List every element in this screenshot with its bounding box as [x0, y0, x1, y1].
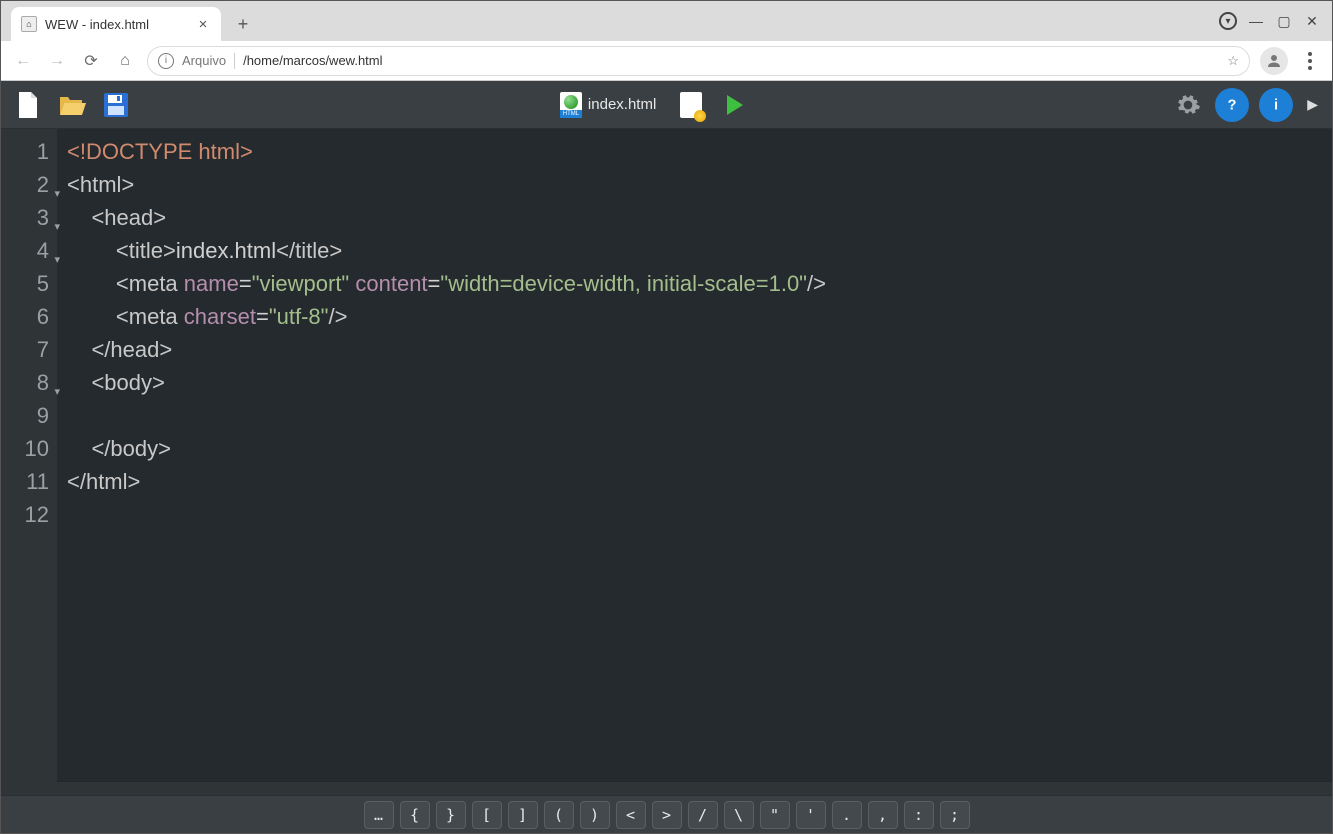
site-info-icon[interactable]: i	[158, 53, 174, 69]
profile-button[interactable]	[1260, 47, 1288, 75]
file-blank-icon	[16, 91, 40, 119]
browser-tab-strip: ⌂ WEW - index.html × + — ▢ ✕	[1, 1, 1332, 41]
reload-button[interactable]: ⟳	[79, 49, 103, 73]
chevron-down-icon[interactable]	[1216, 9, 1240, 33]
code-line[interactable]: <html>	[67, 168, 1332, 201]
code-line[interactable]: </head>	[67, 333, 1332, 366]
floppy-disk-icon	[103, 92, 129, 118]
about-button[interactable]: i	[1259, 88, 1293, 122]
help-button[interactable]: ?	[1215, 88, 1249, 122]
code-line[interactable]: <head>	[67, 201, 1332, 234]
code-line[interactable]: </body>	[67, 432, 1332, 465]
address-bar[interactable]: i Arquivo /home/marcos/wew.html ☆	[147, 46, 1250, 76]
new-from-template-button[interactable]	[674, 88, 708, 122]
run-button[interactable]	[718, 88, 752, 122]
code-line[interactable]: </html>	[67, 465, 1332, 498]
symbol-key[interactable]: <	[616, 801, 646, 829]
code-line[interactable]: <body>	[67, 366, 1332, 399]
active-file-name: index.html	[588, 96, 656, 113]
symbol-key[interactable]: :	[904, 801, 934, 829]
line-number: 6	[1, 300, 49, 333]
symbol-key[interactable]: [	[472, 801, 502, 829]
symbol-key[interactable]: {	[400, 801, 430, 829]
save-file-button[interactable]	[99, 88, 133, 122]
horizontal-scrollbar[interactable]	[57, 781, 1332, 795]
open-file-button[interactable]	[55, 88, 89, 122]
new-file-button[interactable]	[11, 88, 45, 122]
editor-app: HTML index.html ? i ▶	[1, 81, 1332, 833]
line-number: 2	[1, 168, 49, 201]
symbol-key[interactable]: …	[364, 801, 394, 829]
symbol-key[interactable]: >	[652, 801, 682, 829]
code-line[interactable]	[67, 399, 1332, 432]
settings-button[interactable]	[1171, 88, 1205, 122]
window-controls: — ▢ ✕	[1216, 9, 1324, 33]
minimize-button[interactable]: —	[1244, 9, 1268, 33]
address-path: /home/marcos/wew.html	[243, 53, 382, 68]
browser-tab[interactable]: ⌂ WEW - index.html ×	[11, 7, 221, 41]
symbol-key[interactable]: ]	[508, 801, 538, 829]
editor-toolbar: HTML index.html ? i ▶	[1, 81, 1332, 129]
toolbar-overflow-button[interactable]: ▶	[1303, 96, 1322, 113]
code-line[interactable]: <!DOCTYPE html>	[67, 135, 1332, 168]
line-number: 10	[1, 432, 49, 465]
symbol-key[interactable]: /	[688, 801, 718, 829]
code-line[interactable]: <meta charset="utf-8"/>	[67, 300, 1332, 333]
back-button[interactable]: ←	[11, 49, 35, 73]
scrollbar-thumb[interactable]	[57, 784, 147, 794]
symbol-key[interactable]: '	[796, 801, 826, 829]
code-line[interactable]: <meta name="viewport" content="width=dev…	[67, 267, 1332, 300]
symbol-key[interactable]: ,	[868, 801, 898, 829]
symbol-key[interactable]: ;	[940, 801, 970, 829]
browser-toolbar: ← → ⟳ ⌂ i Arquivo /home/marcos/wew.html …	[1, 41, 1332, 81]
gear-icon	[1175, 92, 1201, 118]
maximize-button[interactable]: ▢	[1272, 9, 1296, 33]
new-tab-button[interactable]: +	[229, 10, 257, 38]
play-icon	[727, 95, 743, 115]
symbol-key[interactable]: (	[544, 801, 574, 829]
svg-text:?: ?	[1228, 97, 1237, 113]
line-number: 4	[1, 234, 49, 267]
code-line[interactable]	[67, 498, 1332, 531]
tab-title: WEW - index.html	[45, 17, 149, 32]
home-button[interactable]: ⌂	[113, 49, 137, 73]
code-content[interactable]: <!DOCTYPE html><html> <head> <title>inde…	[57, 129, 1332, 531]
file-spark-icon	[680, 92, 702, 118]
line-number: 3	[1, 201, 49, 234]
symbol-key[interactable]: "	[760, 801, 790, 829]
folder-open-icon	[58, 93, 86, 117]
address-scheme: Arquivo	[182, 53, 226, 68]
person-icon	[1265, 52, 1283, 70]
symbol-key[interactable]: .	[832, 801, 862, 829]
chrome-window: ⌂ WEW - index.html × + — ▢ ✕ ← → ⟳ ⌂ i A…	[0, 0, 1333, 834]
kebab-icon	[1300, 52, 1320, 70]
code-editor[interactable]: 123456789101112 <!DOCTYPE html><html> <h…	[1, 129, 1332, 795]
separator	[234, 53, 235, 69]
line-number: 8	[1, 366, 49, 399]
symbol-key[interactable]: )	[580, 801, 610, 829]
line-number: 1	[1, 135, 49, 168]
bookmark-icon[interactable]: ☆	[1227, 53, 1239, 69]
symbol-insert-bar: …{}[]()<>/\"'.,:;	[1, 795, 1332, 833]
help-icon: ?	[1221, 94, 1243, 116]
line-number: 7	[1, 333, 49, 366]
forward-button[interactable]: →	[45, 49, 69, 73]
line-number: 11	[1, 465, 49, 498]
line-gutter: 123456789101112	[1, 129, 57, 795]
symbol-key[interactable]: }	[436, 801, 466, 829]
svg-text:i: i	[1274, 97, 1278, 113]
favicon-icon: ⌂	[21, 16, 37, 32]
line-number: 12	[1, 498, 49, 531]
close-window-button[interactable]: ✕	[1300, 9, 1324, 33]
html-file-icon: HTML	[560, 92, 582, 118]
code-line[interactable]: <title>index.html</title>	[67, 234, 1332, 267]
active-file-tab[interactable]: HTML index.html	[552, 88, 664, 122]
browser-menu-button[interactable]	[1298, 49, 1322, 73]
line-number: 5	[1, 267, 49, 300]
close-tab-button[interactable]: ×	[195, 16, 211, 32]
line-number: 9	[1, 399, 49, 432]
symbol-key[interactable]: \	[724, 801, 754, 829]
info-icon: i	[1265, 94, 1287, 116]
